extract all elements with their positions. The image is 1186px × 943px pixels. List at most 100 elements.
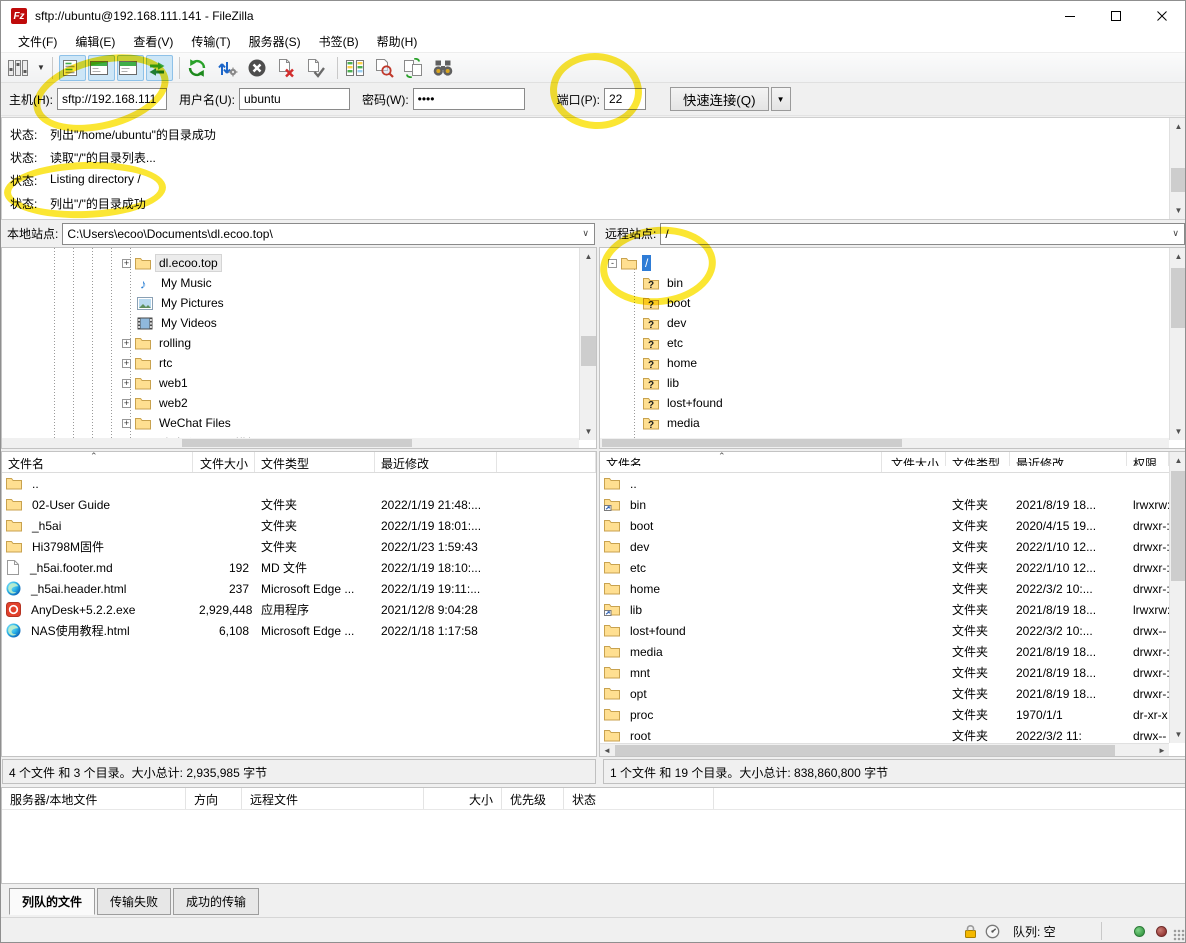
file-row[interactable]: mnt文件夹2021/8/19 18...drwxr-: — [600, 662, 1169, 683]
file-row[interactable]: root文件夹2022/3/2 11:drwx-- — [600, 725, 1169, 743]
scrollbar-thumb[interactable] — [1171, 268, 1186, 328]
tree-item-my-pictures[interactable]: My Pictures — [122, 293, 227, 313]
column-header-2[interactable]: 文件类型 — [255, 452, 375, 472]
toolbar-refresh-button[interactable] — [186, 55, 213, 81]
file-row[interactable]: opt文件夹2021/8/19 18...drwxr-: — [600, 683, 1169, 704]
menu-item-6[interactable]: 帮助(H) — [368, 31, 427, 52]
tree-item-dev[interactable]: ?dev — [643, 313, 689, 333]
minimize-button[interactable] — [1047, 1, 1093, 31]
column-header-1[interactable]: 文件大小 — [193, 452, 255, 472]
queue-column-1[interactable]: 方向 — [186, 788, 242, 809]
scroll-down-icon[interactable]: ▼ — [1170, 202, 1186, 219]
queue-column-2[interactable]: 远程文件 — [242, 788, 424, 809]
local-path-combobox[interactable]: C:\Users\ecoo\Documents\dl.ecoo.top\ ∨ — [62, 223, 595, 245]
tab-1[interactable]: 传输失败 — [97, 888, 171, 915]
toolbar-directory-comparison-button[interactable] — [344, 55, 371, 81]
file-row[interactable]: dev文件夹2022/1/10 12...drwxr-: — [600, 536, 1169, 557]
tree-item-my-music[interactable]: ♪My Music — [122, 273, 215, 293]
scrollbar-thumb[interactable] — [182, 439, 412, 447]
toolbar-local-tree-toggle-button[interactable] — [88, 55, 115, 81]
remote-tree-hscrollbar[interactable] — [600, 438, 1169, 448]
menu-item-1[interactable]: 编辑(E) — [66, 31, 124, 52]
queue-column-4[interactable]: 优先级 — [502, 788, 564, 809]
close-button[interactable] — [1139, 1, 1185, 31]
tree-item-dl-ecoo-top[interactable]: +dl.ecoo.top — [122, 253, 221, 273]
log-scrollbar[interactable]: ▲ ▼ — [1169, 118, 1186, 219]
toolbar-transfer-queue-toggle-button[interactable] — [146, 55, 173, 81]
port-input[interactable] — [604, 88, 646, 110]
password-input[interactable] — [413, 88, 525, 110]
local-tree-hscrollbar[interactable] — [2, 438, 579, 448]
tree-item-bin[interactable]: ?bin — [643, 273, 686, 293]
tree-expander-icon[interactable]: + — [122, 339, 131, 348]
toolbar-reconnect-button[interactable] — [304, 55, 331, 81]
tree-item-media[interactable]: ?media — [643, 413, 703, 433]
tree-expander-icon[interactable]: - — [608, 259, 617, 268]
scrollbar-thumb[interactable] — [615, 745, 1115, 756]
resize-grip[interactable] — [1173, 929, 1185, 941]
remote-list-scrollbar[interactable]: ▲ ▼ — [1169, 452, 1186, 743]
menu-item-0[interactable]: 文件(F) — [9, 31, 66, 52]
file-row[interactable]: 02-User Guide文件夹2022/1/19 21:48:... — [2, 494, 596, 515]
file-row[interactable]: home文件夹2022/3/2 10:...drwxr-: — [600, 578, 1169, 599]
file-row[interactable]: bin文件夹2021/8/19 18...lrwxrw: — [600, 494, 1169, 515]
file-row[interactable]: .. — [600, 473, 1169, 494]
file-row[interactable]: etc文件夹2022/1/10 12...drwxr-: — [600, 557, 1169, 578]
column-header-0[interactable]: 文件名 — [600, 452, 882, 466]
tab-0[interactable]: 列队的文件 — [9, 888, 95, 915]
tree-item-etc[interactable]: ?etc — [643, 333, 686, 353]
scroll-right-icon[interactable]: ► — [1155, 744, 1169, 757]
tree-expander-icon[interactable]: + — [122, 259, 131, 268]
tree-item-lost-found[interactable]: ?lost+found — [643, 393, 726, 413]
tree-item-root[interactable]: -/ — [608, 253, 651, 273]
scrollbar-thumb[interactable] — [1171, 168, 1186, 192]
toolbar-search-button[interactable] — [431, 55, 460, 81]
remote-list-hscrollbar[interactable]: ◄ ► — [600, 743, 1169, 756]
username-input[interactable] — [239, 88, 350, 110]
toolbar-cancel-button[interactable] — [246, 55, 273, 81]
tree-item-rolling[interactable]: +rolling — [122, 333, 194, 353]
file-row[interactable]: lost+found文件夹2022/3/2 10:...drwx-- — [600, 620, 1169, 641]
tree-item-my-videos[interactable]: My Videos — [122, 313, 220, 333]
scroll-down-icon[interactable]: ▼ — [580, 423, 597, 440]
local-tree-scrollbar[interactable]: ▲ ▼ — [579, 248, 596, 440]
chevron-down-icon[interactable]: ∨ — [582, 228, 589, 239]
tree-item-web2[interactable]: +web2 — [122, 393, 191, 413]
scrollbar-thumb[interactable] — [602, 439, 902, 447]
file-row[interactable]: Hi3798M固件文件夹2022/1/23 1:59:43 — [2, 536, 596, 557]
file-row[interactable]: AnyDesk+5.2.2.exe2,929,448应用程序2021/12/8 … — [2, 599, 596, 620]
menu-item-5[interactable]: 书签(B) — [310, 31, 368, 52]
toolbar-synchronized-browsing-button[interactable] — [402, 55, 429, 81]
toolbar-message-log-toggle-button[interactable] — [59, 55, 86, 81]
quickconnect-button[interactable]: 快速连接(Q) — [670, 87, 769, 111]
tree-item-home[interactable]: ?home — [643, 353, 700, 373]
queue-column-0[interactable]: 服务器/本地文件 — [2, 788, 186, 809]
scrollbar-thumb[interactable] — [1171, 471, 1186, 581]
host-input[interactable] — [57, 88, 167, 110]
tree-item-boot[interactable]: ?boot — [643, 293, 693, 313]
queue-column-5[interactable]: 状态 — [564, 788, 714, 809]
file-row[interactable]: _h5ai.header.html237Microsoft Edge ...20… — [2, 578, 596, 599]
file-row[interactable]: _h5ai.footer.md192MD 文件2022/1/19 18:10:.… — [2, 557, 596, 578]
toolbar-disconnect-button[interactable] — [275, 55, 302, 81]
chevron-down-icon[interactable]: ∨ — [1172, 228, 1179, 239]
scrollbar-thumb[interactable] — [581, 336, 596, 366]
tree-expander-icon[interactable]: + — [122, 399, 131, 408]
remote-path-combobox[interactable]: / ∨ — [660, 223, 1185, 245]
tree-item-web1[interactable]: +web1 — [122, 373, 191, 393]
remote-tree-scrollbar[interactable]: ▲ ▼ — [1169, 248, 1186, 440]
scroll-down-icon[interactable]: ▼ — [1170, 423, 1186, 440]
toolbar-site-manager-button[interactable]: ▼ — [6, 55, 46, 81]
menu-item-2[interactable]: 查看(V) — [124, 31, 182, 52]
tree-expander-icon[interactable]: + — [122, 419, 131, 428]
column-header-4[interactable]: 权限 — [1127, 452, 1169, 466]
file-row[interactable]: proc文件夹1970/1/1dr-xr-x — [600, 704, 1169, 725]
scroll-down-icon[interactable]: ▼ — [1170, 726, 1186, 743]
scroll-up-icon[interactable]: ▲ — [580, 248, 597, 265]
toolbar-find-files-button[interactable] — [373, 55, 400, 81]
tab-2[interactable]: 成功的传输 — [173, 888, 259, 915]
chevron-down-icon[interactable]: ▼ — [37, 63, 45, 72]
file-row[interactable]: media文件夹2021/8/19 18...drwxr-: — [600, 641, 1169, 662]
tree-expander-icon[interactable]: + — [122, 379, 131, 388]
column-header-3[interactable]: 最近修改 — [1010, 452, 1127, 466]
